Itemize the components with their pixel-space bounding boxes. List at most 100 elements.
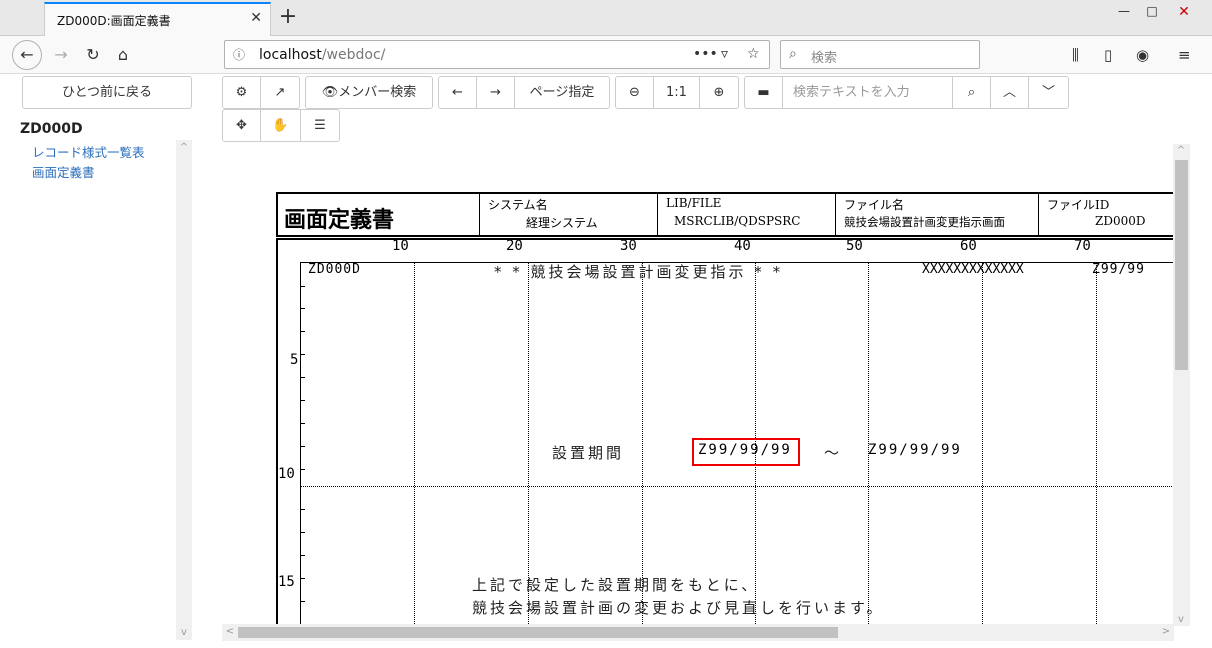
row-tick [300,377,305,378]
screen-title-text: * * 競技会場設置計画変更指示 * * [494,263,784,281]
sidebar-item-record-format[interactable]: レコード様式一覧表 [32,142,145,161]
file-value: 競技会場設置計画変更指示画面 [844,215,1005,229]
page-actions-icon[interactable]: ••• [693,46,718,62]
vertical-scroll-thumb[interactable] [1175,160,1188,370]
tab-title: ZD000D:画面定義書 [57,14,171,28]
search-submit-icon[interactable]: ⌕ [953,77,991,108]
back-page-button[interactable]: ひとつ前に戻る [22,76,192,109]
horizontal-scroll-thumb[interactable] [238,627,838,638]
highlight-box [692,438,800,466]
viewer-horizontal-scrollbar[interactable]: < > [222,624,1174,641]
column-number: 20 [506,238,523,254]
zoom-in-icon[interactable]: ⊕ [700,77,738,108]
search-icon: ⌕ [789,46,797,62]
column-number: 50 [846,238,863,254]
grid-column-line [982,262,983,640]
grid-left-border [300,262,301,640]
search-next-icon[interactable]: ﹀ [1029,77,1068,108]
grid-column-line [414,262,415,640]
close-window-icon[interactable]: ✕ [1172,4,1196,24]
zoom-group: ⊖ 1:1 ⊕ [615,76,739,109]
column-number: 60 [960,238,977,254]
account-icon[interactable]: ◉ [1136,46,1149,64]
row-number: 5 [290,352,299,368]
forward-icon[interactable]: → [46,40,76,70]
row-number: 10 [278,466,295,482]
fileid-label: ファイルID [1047,198,1110,212]
zoom-reset-button[interactable]: 1:1 [654,77,700,108]
period-separator: ～ [824,444,843,462]
back-icon[interactable]: ← [12,40,42,70]
period-to-field: Z99/99/99 [868,442,962,458]
document-viewer[interactable]: 画面定義書 システム名 経理システム LIB/FILE MSRCLIB/QDSP… [222,144,1190,640]
row-tick [300,423,305,424]
url-bar[interactable]: ⓘ localhost/webdoc/ ••• ▿ ☆ [224,40,770,69]
screen-date-field: Z99/99 [1092,262,1145,277]
screen-x-field: XXXXXXXXXXXXX [922,262,1024,277]
scroll-down-icon[interactable]: v [176,627,192,638]
move-icon[interactable]: ✥ [223,110,261,141]
row-tick [300,555,305,556]
screen-id-text: ZD000D [308,262,361,277]
tab-bar: ZD000D:画面定義書 ✕ + — □ ✕ [0,0,1212,36]
maximize-icon[interactable]: □ [1140,4,1164,24]
pan-hand-icon[interactable]: ✋ [261,110,301,141]
list-icon[interactable]: ☰ [301,110,339,141]
sidebar-toggle-icon[interactable]: ▯ [1104,46,1112,64]
scroll-down-icon[interactable]: v [1173,614,1189,625]
next-page-icon[interactable]: → [477,77,515,108]
lib-value: MSRCLIB/QDSPSRC [674,214,801,228]
page-select-button[interactable]: ページ指定 [515,77,609,108]
document-id: ZD000D [20,121,83,137]
search-prev-icon[interactable]: ︿ [991,77,1029,108]
highlight-icon[interactable]: ▬ [745,77,783,108]
document-header-table: 画面定義書 システム名 経理システム LIB/FILE MSRCLIB/QDSP… [276,192,1176,237]
new-tab-icon[interactable]: + [276,4,300,30]
scroll-left-icon[interactable]: < [222,626,238,637]
member-search-group: 👁メンバー検索 [305,76,433,109]
screen-layout-grid: 10 20 30 40 50 60 70 5 10 15 ZD000D * * … [276,238,1190,640]
menu-icon[interactable]: ≡ [1178,46,1191,64]
minimize-icon[interactable]: — [1112,4,1136,24]
library-icon[interactable]: ⫼ [1072,46,1079,64]
settings-gear-icon[interactable]: ⚙ [223,77,261,108]
file-label: ファイル名 [844,198,905,212]
grid-row-line [300,486,1190,487]
zoom-out-icon[interactable]: ⊖ [616,77,654,108]
pocket-icon[interactable]: ▿ [721,46,728,62]
open-external-icon[interactable]: ↗ [261,77,299,108]
reload-icon[interactable]: ↻ [78,40,108,70]
browser-search-bar[interactable]: ⌕ 検索 [780,40,980,69]
bookmark-star-icon[interactable]: ☆ [747,46,760,62]
home-icon[interactable]: ⌂ [108,40,138,70]
period-label: 設置期間 [552,444,625,462]
member-search-button[interactable]: 👁メンバー検索 [306,77,432,108]
scroll-up-icon[interactable]: ^ [1173,145,1189,156]
row-tick [300,354,305,355]
prev-page-icon[interactable]: ← [439,77,477,108]
text-search-group: ▬ 検索テキストを入力 ⌕ ︿ ﹀ [744,76,1069,109]
url-text: localhost/webdoc/ [259,47,386,63]
scroll-up-icon[interactable]: ^ [176,142,192,153]
header-lib-cell: LIB/FILE MSRCLIB/QDSPSRC [658,194,836,235]
page-nav-group: ← → ページ指定 [438,76,610,109]
column-number: 10 [392,238,409,254]
text-search-input[interactable]: 検索テキストを入力 [783,77,953,108]
scroll-right-icon[interactable]: > [1158,626,1174,637]
fileid-value: ZD000D [1095,214,1146,228]
viewer-vertical-scrollbar[interactable]: ^ v [1173,144,1190,626]
active-tab[interactable]: ZD000D:画面定義書 ✕ [44,2,271,36]
close-tab-icon[interactable]: ✕ [250,10,262,26]
header-file-cell: ファイル名 競技会場設置計画変更指示画面 [836,194,1039,235]
system-label: システム名 [488,198,548,212]
row-tick [300,509,305,510]
site-info-icon[interactable]: ⓘ [233,46,245,63]
sidebar-list: レコード様式一覧表 画面定義書 [20,140,192,640]
eye-icon: 👁 [321,85,339,100]
column-number: 40 [734,238,751,254]
row-number: 15 [278,574,295,590]
toolbar-group-settings: ⚙ ↗ [222,76,300,109]
sidebar-scrollbar[interactable]: ^ v [176,140,192,640]
sidebar-item-screen-def[interactable]: 画面定義書 [32,162,95,181]
row-tick [300,469,305,470]
